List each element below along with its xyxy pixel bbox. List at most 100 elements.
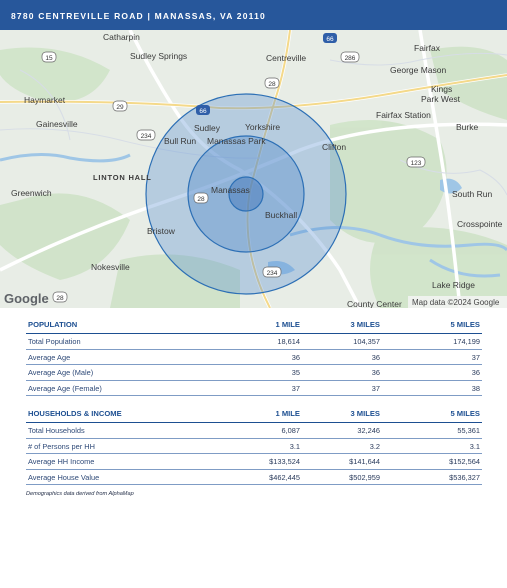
- label-bristow: Bristow: [147, 226, 176, 236]
- label-county-center: County Center: [347, 299, 402, 308]
- table-row: Average House Value $462,445 $502,959 $5…: [26, 469, 482, 485]
- col-5-miles: 5 MILES: [382, 318, 482, 334]
- cell-value: 55,361: [382, 422, 482, 439]
- col-3-miles: 3 MILES: [302, 407, 382, 423]
- cell-value: 35: [206, 364, 302, 381]
- cell-value: 36: [302, 364, 382, 381]
- row-label: Average HH Income: [26, 453, 206, 470]
- label-burke: Burke: [456, 122, 478, 132]
- shield-234-bottom: 234: [262, 266, 282, 278]
- shield-29: 29: [112, 100, 128, 112]
- table-row: # of Persons per HH 3.1 3.2 3.1: [26, 438, 482, 454]
- label-sudley: Sudley: [194, 123, 221, 133]
- households-table: HOUSEHOLDS & INCOME 1 MILE 3 MILES 5 MIL…: [26, 407, 482, 485]
- cell-value: 18,614: [206, 333, 302, 350]
- shield-66-top: 66: [323, 33, 337, 43]
- col-3-miles: 3 MILES: [302, 318, 382, 334]
- cell-value: $141,644: [302, 453, 382, 470]
- population-title: POPULATION: [26, 318, 206, 334]
- row-label: Total Households: [26, 422, 206, 439]
- label-fairfax: Fairfax: [414, 43, 441, 53]
- cell-value: 104,357: [302, 333, 382, 350]
- svg-text:28: 28: [268, 81, 276, 88]
- shield-66-mid: 66: [196, 105, 210, 115]
- table-row: Total Population 18,614 104,357 174,199: [26, 333, 482, 350]
- cell-value: 37: [382, 349, 482, 365]
- label-clifton: Clifton: [322, 142, 346, 152]
- cell-value: 36: [302, 349, 382, 365]
- cell-value: 6,087: [206, 422, 302, 439]
- label-buckhall: Buckhall: [265, 210, 297, 220]
- shield-123: 123: [406, 156, 426, 168]
- cell-value: $462,445: [206, 469, 302, 485]
- row-label: Total Population: [26, 333, 206, 350]
- table-row: Average Age (Male) 35 36 36: [26, 364, 482, 381]
- label-centreville: Centreville: [266, 53, 306, 63]
- label-sudley-springs: Sudley Springs: [130, 51, 187, 61]
- svg-text:123: 123: [411, 160, 422, 167]
- shield-15: 15: [41, 51, 57, 63]
- map-attribution: Map data ©2024 Google: [412, 298, 500, 307]
- svg-text:66: 66: [199, 108, 207, 115]
- label-nokesville: Nokesville: [91, 262, 130, 272]
- col-5-miles: 5 MILES: [382, 407, 482, 423]
- shield-234-left: 234: [136, 129, 156, 141]
- label-haymarket: Haymarket: [24, 95, 66, 105]
- row-label: Average Age: [26, 349, 206, 365]
- svg-text:28: 28: [197, 196, 205, 203]
- label-george-mason: George Mason: [390, 65, 446, 75]
- svg-text:28: 28: [56, 295, 64, 302]
- address-text: 8780 CENTREVILLE ROAD | MANASSAS, VA 201…: [11, 11, 266, 21]
- address-header: 8780 CENTREVILLE ROAD | MANASSAS, VA 201…: [0, 0, 507, 30]
- cell-value: 38: [382, 380, 482, 396]
- cell-value: 3.2: [302, 438, 382, 454]
- population-header-row: POPULATION 1 MILE 3 MILES 5 MILES: [26, 318, 482, 334]
- label-catharpin: Catharpin: [103, 32, 140, 42]
- label-yorkshire: Yorkshire: [245, 122, 280, 132]
- cell-value: $536,327: [382, 469, 482, 485]
- svg-text:29: 29: [116, 104, 124, 111]
- cell-value: $152,564: [382, 453, 482, 470]
- table-row: Total Households 6,087 32,246 55,361: [26, 422, 482, 439]
- label-fairfax-station: Fairfax Station: [376, 110, 431, 120]
- label-manassas: Manassas: [211, 185, 250, 195]
- cell-value: 36: [382, 364, 482, 381]
- row-label: Average Age (Female): [26, 380, 206, 396]
- row-label: # of Persons per HH: [26, 438, 206, 454]
- shield-286: 286: [340, 51, 360, 63]
- label-greenwich: Greenwich: [11, 188, 52, 198]
- cell-value: 3.1: [382, 438, 482, 454]
- shield-28-bottom: 28: [52, 291, 68, 303]
- row-label: Average House Value: [26, 469, 206, 485]
- label-crosspointe: Crosspointe: [457, 219, 503, 229]
- households-title: HOUSEHOLDS & INCOME: [26, 407, 206, 423]
- cell-value: 36: [206, 349, 302, 365]
- table-row: Average Age 36 36 37: [26, 349, 482, 365]
- svg-text:15: 15: [45, 55, 53, 62]
- table-row: Average Age (Female) 37 37 38: [26, 380, 482, 396]
- shield-28-top: 28: [264, 77, 280, 89]
- svg-text:66: 66: [326, 36, 334, 43]
- label-manassas-park: Manassas Park: [207, 136, 266, 146]
- label-kings: Kings: [431, 84, 452, 94]
- radius-map[interactable]: 15 66 286 29 28 66 234 123 28 234 28 Cat…: [0, 30, 507, 308]
- table-row: Average HH Income $133,524 $141,644 $152…: [26, 453, 482, 470]
- cell-value: 3.1: [206, 438, 302, 454]
- cell-value: 37: [206, 380, 302, 396]
- svg-text:286: 286: [345, 55, 356, 62]
- cell-value: 37: [302, 380, 382, 396]
- demographics-section: POPULATION 1 MILE 3 MILES 5 MILES Total …: [26, 318, 482, 497]
- label-lake-ridge: Lake Ridge: [432, 280, 475, 290]
- cell-value: $502,959: [302, 469, 382, 485]
- population-table: POPULATION 1 MILE 3 MILES 5 MILES Total …: [26, 318, 482, 396]
- google-logo: Google: [4, 291, 49, 306]
- label-south-run: South Run: [452, 189, 492, 199]
- svg-text:234: 234: [267, 270, 278, 277]
- col-1-mile: 1 MILE: [206, 407, 302, 423]
- label-park-west: Park West: [421, 94, 461, 104]
- shield-28-mid: 28: [193, 192, 209, 204]
- label-gainesville: Gainesville: [36, 119, 78, 129]
- cell-value: 32,246: [302, 422, 382, 439]
- row-label: Average Age (Male): [26, 364, 206, 381]
- svg-text:234: 234: [141, 133, 152, 140]
